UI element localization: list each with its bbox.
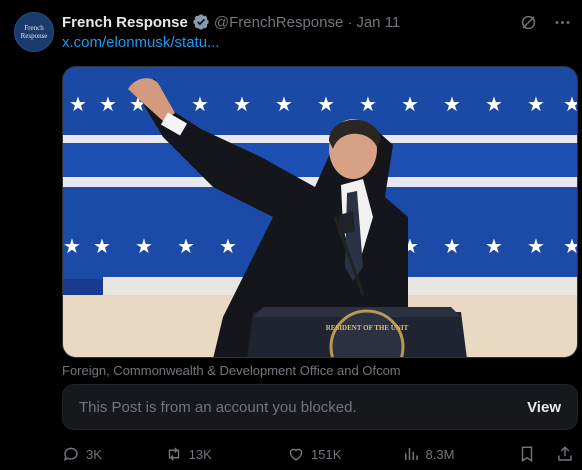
more-icon[interactable] <box>552 12 572 32</box>
svg-text:★: ★ <box>99 94 117 116</box>
like-count: 151K <box>311 446 342 462</box>
blocked-notice-text: This Post is from an account you blocked… <box>79 398 357 416</box>
svg-text:★: ★ <box>93 236 111 258</box>
svg-text:★: ★ <box>219 236 237 258</box>
views-icon <box>404 448 418 460</box>
reply-count: 3K <box>86 446 102 462</box>
view-button[interactable]: View <box>527 399 561 416</box>
views-button[interactable]: 8.3M <box>402 445 518 463</box>
svg-text:★: ★ <box>191 94 209 116</box>
verified-badge-icon[interactable] <box>192 13 210 31</box>
separator: · <box>347 13 353 31</box>
svg-text:★: ★ <box>275 94 293 116</box>
tweet-date[interactable]: Jan 11 <box>356 14 400 31</box>
svg-text:★: ★ <box>485 236 503 258</box>
svg-text:★: ★ <box>563 236 578 258</box>
media-caption: Foreign, Commonwealth & Development Offi… <box>62 363 401 378</box>
repost-button[interactable]: 13K <box>165 445 287 463</box>
repost-icon <box>168 447 179 461</box>
tweet-media[interactable]: ★★★ ★★★ ★★★ ★★★★ ★★★ ★★ ★★★ ★★ RESIDENT … <box>62 66 578 358</box>
blocked-post-notice: This Post is from an account you blocked… <box>62 384 578 430</box>
svg-text:★: ★ <box>69 94 87 116</box>
like-button[interactable]: 151K <box>287 445 402 463</box>
svg-text:★: ★ <box>563 94 578 116</box>
svg-text:★: ★ <box>485 94 503 116</box>
action-bar: 3K 13K 151K 8.3M <box>62 443 574 465</box>
svg-text:★: ★ <box>527 236 545 258</box>
podium-seal-text: RESIDENT OF THE UNIT <box>326 324 409 332</box>
tweet-header: French Response @FrenchResponse · Jan 11 <box>62 12 572 32</box>
svg-text:★: ★ <box>63 236 81 258</box>
svg-text:★: ★ <box>317 94 335 116</box>
author-handle[interactable]: @FrenchResponse <box>214 14 343 31</box>
svg-text:★: ★ <box>527 94 545 116</box>
svg-text:★: ★ <box>135 236 153 258</box>
avatar-text: French Response <box>20 24 48 40</box>
bookmark-icon[interactable] <box>518 445 536 463</box>
svg-text:★: ★ <box>443 236 461 258</box>
avatar[interactable]: French Response <box>14 12 54 52</box>
reply-button[interactable]: 3K <box>62 445 165 463</box>
repost-count: 13K <box>188 446 212 462</box>
svg-text:★: ★ <box>443 94 461 116</box>
like-icon <box>289 448 303 461</box>
svg-text:★: ★ <box>177 236 195 258</box>
author-name[interactable]: French Response <box>62 14 188 31</box>
svg-text:★: ★ <box>233 94 251 116</box>
views-count: 8.3M <box>425 446 455 462</box>
svg-text:★: ★ <box>359 94 377 116</box>
svg-text:★: ★ <box>401 94 419 116</box>
reply-icon <box>63 447 78 461</box>
share-icon[interactable] <box>556 445 574 463</box>
media-photo: ★★★ ★★★ ★★★ ★★★★ ★★★ ★★ ★★★ ★★ RESIDENT … <box>63 67 578 357</box>
tweet-link[interactable]: x.com/elonmusk/statu... <box>62 34 220 51</box>
grok-icon[interactable] <box>518 12 538 32</box>
